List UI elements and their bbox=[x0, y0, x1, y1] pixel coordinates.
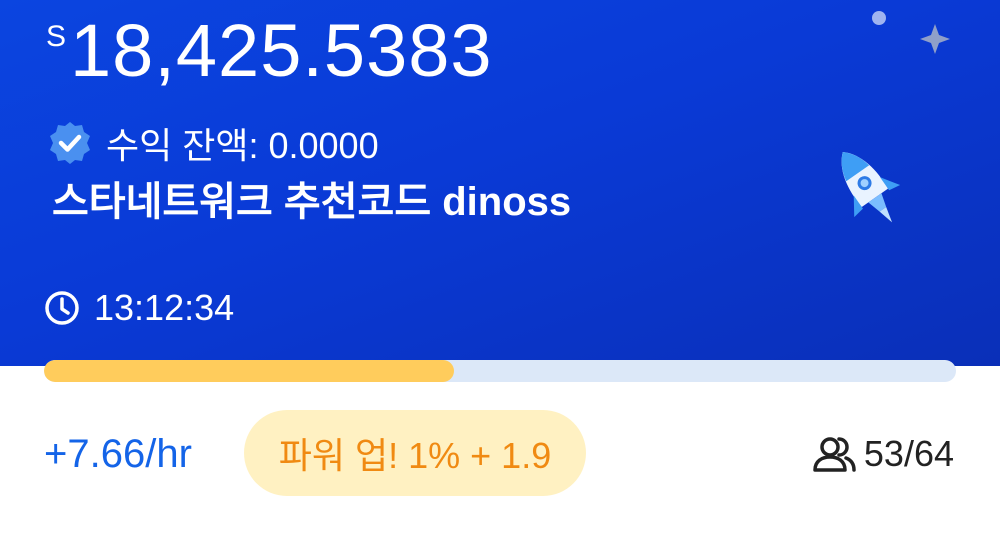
earnings-row: 수익 잔액: 0.0000 bbox=[46, 120, 379, 166]
sparkle-icon bbox=[920, 24, 950, 54]
balance-hero-card: S 18,425.5383 수익 잔액: 0.0000 스타네트워크 추천코드 … bbox=[0, 0, 1000, 366]
members-count-label: 53/64 bbox=[863, 433, 954, 474]
team-members-count[interactable]: 53/64 bbox=[810, 430, 954, 478]
mining-progress-bar bbox=[44, 360, 956, 382]
verified-badge-icon bbox=[50, 122, 90, 164]
countdown-timer: 13:12:34 bbox=[94, 287, 235, 328]
users-icon bbox=[813, 437, 856, 472]
clock-icon bbox=[45, 291, 79, 325]
currency-symbol: S bbox=[46, 20, 67, 53]
mining-progress-fill bbox=[44, 360, 455, 382]
balance-display: S 18,425.5383 bbox=[46, 6, 493, 96]
referral-code-text: 스타네트워크 추천코드 dinoss bbox=[52, 180, 572, 224]
earnings-label: 수익 잔액: 0.0000 bbox=[106, 125, 379, 166]
balance-amount: 18,425.5383 bbox=[70, 9, 493, 92]
sparkle-dot-icon bbox=[872, 11, 886, 25]
countdown-row: 13:12:34 bbox=[44, 286, 234, 330]
power-up-button[interactable]: 파워 업! 1% + 1.9 bbox=[244, 410, 586, 496]
rocket-icon bbox=[841, 151, 901, 223]
mining-rate: +7.66/hr bbox=[44, 432, 192, 476]
power-up-label: 파워 업! 1% + 1.9 bbox=[278, 435, 552, 476]
